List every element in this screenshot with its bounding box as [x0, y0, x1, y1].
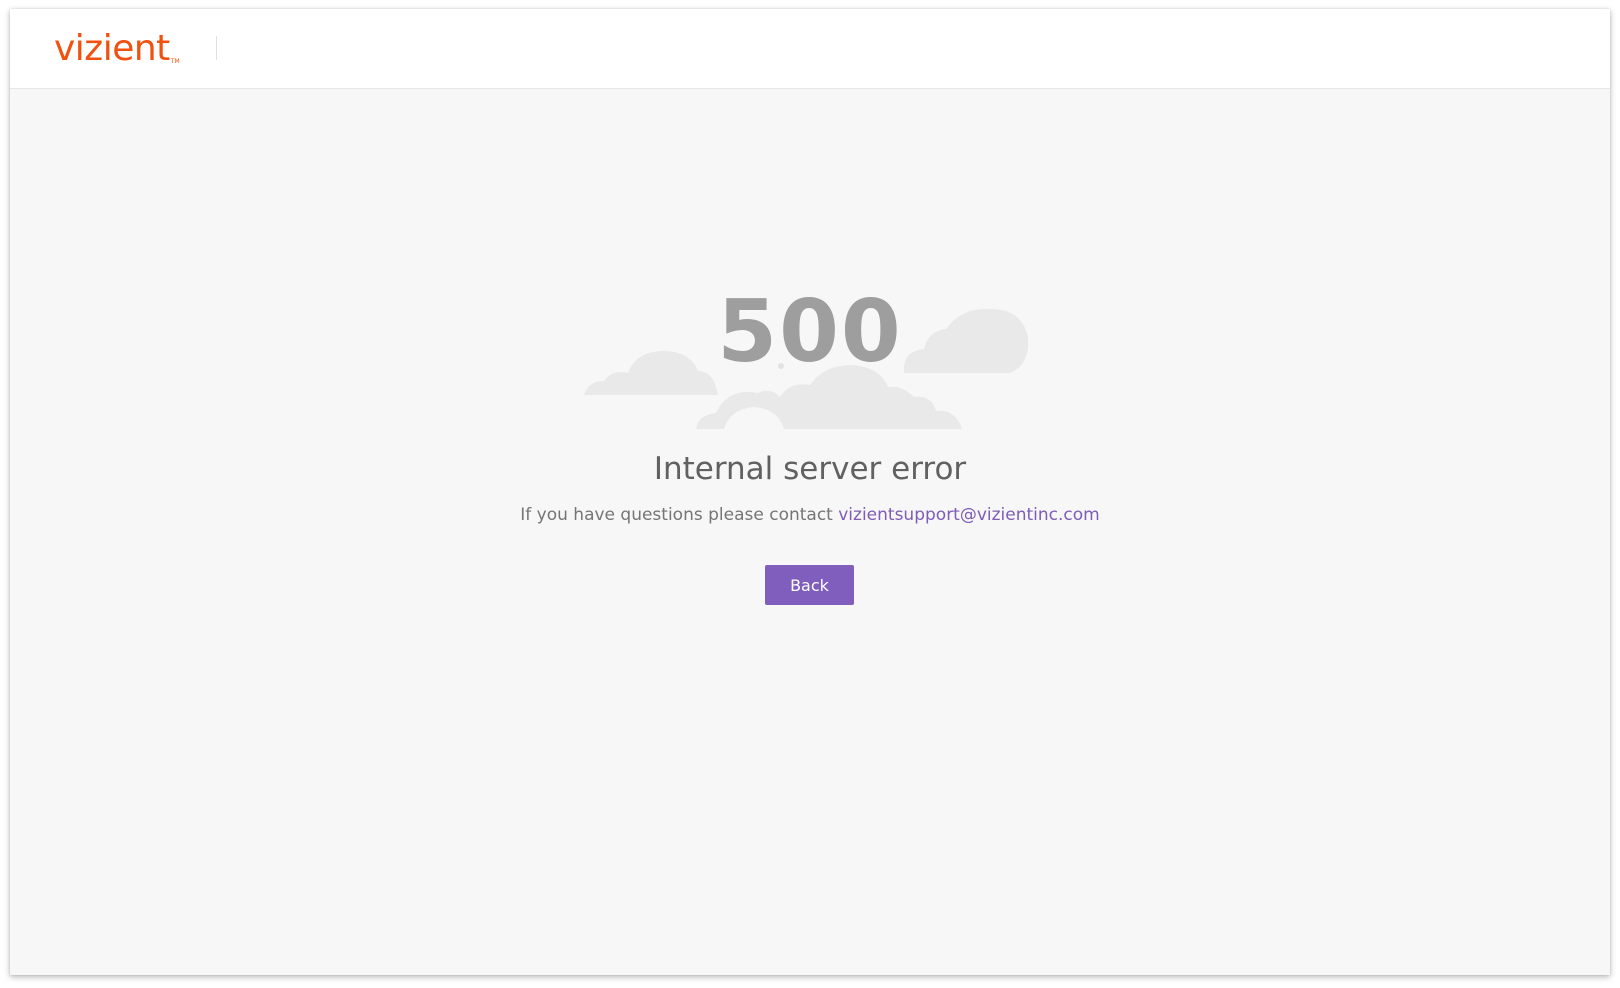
support-email-link[interactable]: vizientsupport@vizientinc.com [838, 505, 1099, 525]
vizient-logo[interactable]: vizient TM [54, 29, 180, 69]
error-title: Internal server error [653, 451, 967, 487]
contact-message: If you have questions please contact viz… [10, 503, 1610, 527]
error-content: 500 Internal server error If you have qu… [10, 89, 1610, 975]
error-code: 500 [717, 282, 903, 382]
header-divider [216, 36, 217, 60]
logo-trademark: TM [170, 58, 180, 65]
top-header: vizient TM [10, 9, 1610, 89]
back-button[interactable]: Back [765, 565, 854, 605]
app-window: vizient TM 500 Internal server error If [10, 9, 1610, 975]
contact-prefix: If you have questions please contact [520, 505, 839, 525]
logo-wordmark: vizient [54, 28, 170, 69]
